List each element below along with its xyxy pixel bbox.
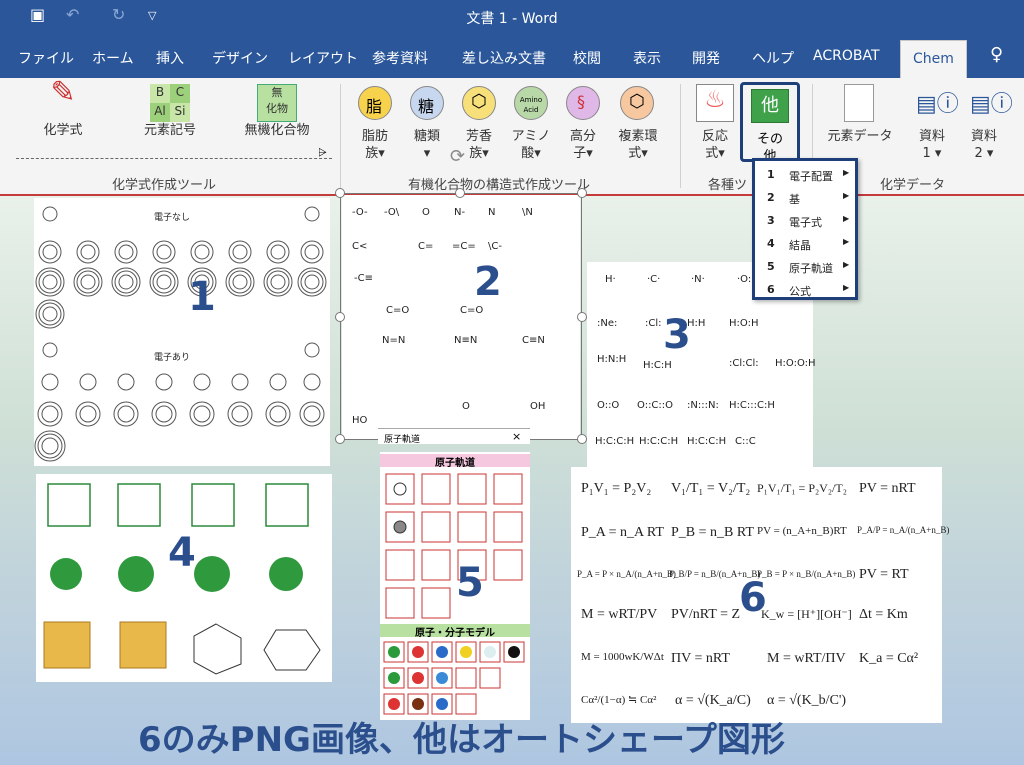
orbital-grid <box>385 473 523 619</box>
group-label-data: 化学データ <box>880 178 946 193</box>
resize-handle[interactable] <box>335 434 345 444</box>
element-symbol-button[interactable]: B C Al Si 元素記号 <box>128 84 212 139</box>
resize-handle[interactable] <box>577 188 587 198</box>
group-label-organic: 有機化合物の構造式作成ツール <box>408 178 591 193</box>
aliphatic-icon: 脂 <box>358 86 392 120</box>
polymer-icon: § <box>566 86 600 120</box>
flame-icon: ♨ <box>696 84 734 122</box>
menu-item-electron-config[interactable]: 1 電子配置 ▶ <box>755 163 855 186</box>
window-title: 文書 1 - Word <box>466 11 558 27</box>
resize-handle[interactable] <box>335 188 345 198</box>
orbital-tab-strip[interactable]: 原子軌道 × <box>378 428 530 445</box>
crystal-drawing <box>43 483 321 675</box>
resize-handle[interactable] <box>577 434 587 444</box>
title-bar: ▣ ↶ ↻ ▽ 文書 1 - Word <box>0 0 1024 36</box>
tab-home[interactable]: ホーム <box>92 48 134 68</box>
polymer-button[interactable]: 高分 子▾ <box>560 128 606 162</box>
data1-button[interactable]: 資料 1 ▾ <box>910 128 954 162</box>
crystal-panel[interactable]: 4 <box>36 474 332 682</box>
orbital-panel[interactable]: 原子軌道 原子・分子モデル 5 <box>380 452 530 720</box>
tab-developer[interactable]: 開発 <box>692 48 720 68</box>
group-label-formula: 化学式作成ツール <box>112 178 217 193</box>
tab-layout[interactable]: レイアウト <box>288 48 358 68</box>
tab-review[interactable]: 校閲 <box>573 48 601 68</box>
sugar-icon: 糖 <box>410 86 444 120</box>
other-icon: 他 <box>751 89 789 123</box>
data2-button[interactable]: 資料 2 ▾ <box>962 128 1006 162</box>
menu-item-orbital[interactable]: 5 原子軌道 ▶ <box>755 255 855 278</box>
menu-item-group[interactable]: 2 基 ▶ <box>755 186 855 209</box>
menu-item-crystal[interactable]: 4 結晶 ▶ <box>755 232 855 255</box>
tab-acrobat[interactable]: ACROBAT <box>813 48 880 64</box>
info-doc-icon: ▤ⓘ <box>916 92 959 117</box>
other-dropdown-menu: 1 電子配置 ▶ 2 基 ▶ 3 電子式 ▶ 4 結晶 ▶ 5 原子軌道 ▶ 6 公式 ▶ <box>752 158 858 300</box>
close-icon[interactable]: × <box>512 430 521 443</box>
chemical-formula-button[interactable]: ✎ 化学式 <box>28 75 98 139</box>
tab-design[interactable]: デザイン <box>212 48 268 68</box>
resize-handle[interactable] <box>455 188 465 198</box>
aliphatic-button[interactable]: 脂肪 族▾ <box>352 128 398 162</box>
lightbulb-icon[interactable]: ♀ <box>990 44 1003 65</box>
menu-item-formula[interactable]: 6 公式 ▶ <box>755 278 855 301</box>
formula-panel[interactable]: P₁V₁ = P₂V₂ V₁/T₁ = V₂/T₂ P₁V₁/T₁ = P₂V₂… <box>571 467 949 723</box>
resize-handle[interactable] <box>335 312 345 322</box>
tab-view[interactable]: 表示 <box>633 48 661 68</box>
inorganic-compound-button[interactable]: 無化物 無機化合物 <box>232 84 322 139</box>
tab-insert[interactable]: 挿入 <box>156 48 184 68</box>
rotate-handle-icon[interactable]: ⟳ <box>450 146 465 167</box>
sugar-button[interactable]: 糖類 ▾ <box>404 128 450 162</box>
ribbon: ✎ 化学式 B C Al Si 元素記号 無化物 無機化合物 ⩥ 脂 脂肪 族▾ … <box>0 78 1024 196</box>
tab-file[interactable]: ファイル <box>18 48 74 68</box>
document-icon <box>844 84 874 122</box>
info-doc-icon-2: ▤ⓘ <box>970 92 1013 117</box>
heterocycle-button[interactable]: 複素環 式▾ <box>610 128 666 162</box>
electron-config-panel[interactable]: 電子なし 電子あり 1 <box>34 198 330 466</box>
model-grid <box>383 641 525 715</box>
heterocycle-icon: ⬡ <box>620 86 654 120</box>
pen-icon: ✎ <box>50 75 76 110</box>
selection-frame <box>340 193 582 440</box>
amino-acid-icon: Amino Acid <box>514 86 548 120</box>
menu-item-electron-formula[interactable]: 3 電子式 ▶ <box>755 209 855 232</box>
benzene-icon: ⬡ <box>462 86 496 120</box>
element-data-button[interactable]: 元素データ <box>822 128 898 145</box>
text-format-icon[interactable]: ⩥ <box>318 146 327 160</box>
reaction-button[interactable]: 反応 式▾ <box>690 128 740 162</box>
element-table-icon: B C Al Si <box>150 84 190 122</box>
tab-chem[interactable]: Chem <box>900 40 967 78</box>
resize-handle[interactable] <box>577 312 587 322</box>
caption-text: 6のみPNG画像、他はオートシェープ図形 <box>138 720 785 760</box>
group-label-tools: 各種ツ <box>708 178 748 193</box>
tab-references[interactable]: 参考資料 <box>372 48 428 68</box>
tab-help[interactable]: ヘルプ <box>752 48 794 68</box>
ribbon-tabs: ファイル ホーム 挿入 デザイン レイアウト 参考資料 差し込み文書 校閲 表示… <box>0 36 1024 78</box>
tab-mailings[interactable]: 差し込み文書 <box>462 48 546 68</box>
amino-acid-button[interactable]: アミノ 酸▾ <box>508 128 554 162</box>
inorganic-icon: 無化物 <box>257 84 297 122</box>
electron-shells-drawing <box>34 206 327 462</box>
other-button[interactable]: 他 その他 <box>740 82 800 164</box>
